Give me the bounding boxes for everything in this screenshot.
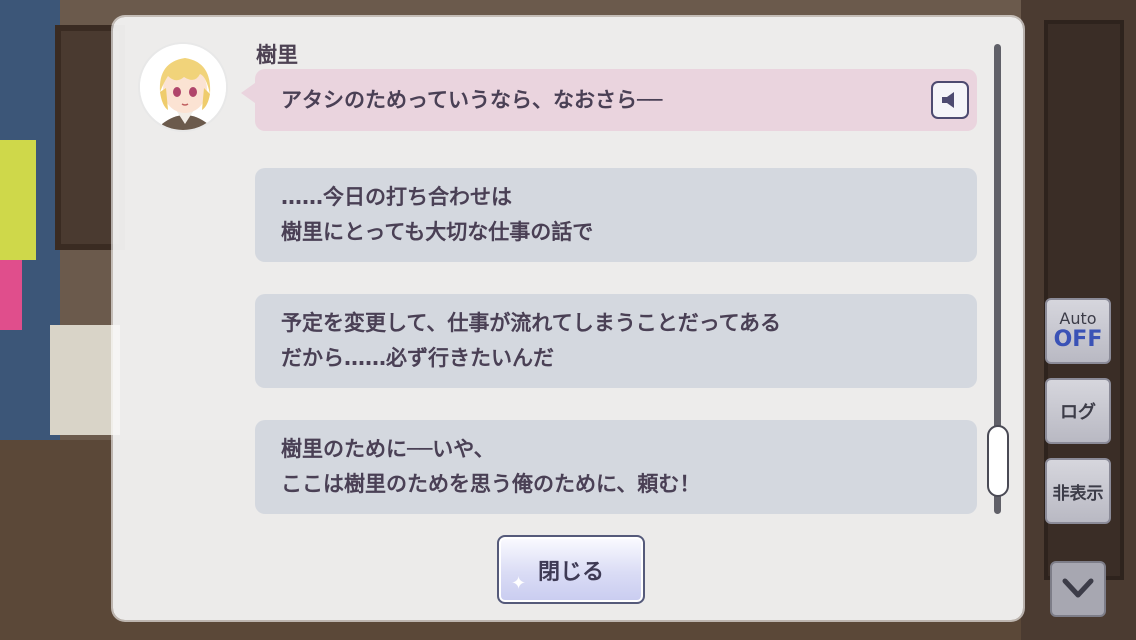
dialog-line: 予定を変更して、仕事が流れてしまうことだってある xyxy=(281,311,782,335)
auto-label: Auto xyxy=(1059,309,1097,328)
auto-state: OFF xyxy=(1053,327,1103,352)
background-shelf xyxy=(50,325,120,435)
dialog-line: 樹里にとっても大切な仕事の話で xyxy=(281,220,594,244)
close-button-label: 閉じる xyxy=(537,559,604,585)
scrollbar-thumb[interactable] xyxy=(987,425,1009,497)
log-panel: 樹里 アタシのためっていうなら、なおさら── ……今日の打ち合わせは 樹里にとっ… xyxy=(113,17,1023,620)
dialog-line: ……今日の打ち合わせは xyxy=(281,185,512,209)
auto-toggle-button[interactable]: Auto OFF xyxy=(1045,298,1111,364)
dialog-line: だから……必ず行きたいんだ xyxy=(281,346,554,370)
dialog-line: ここは樹里のためを思う俺のために、頼む！ xyxy=(281,472,701,496)
hide-button-label: 非表示 xyxy=(1052,483,1104,504)
dialog-line: アタシのためっていうなら、なおさら── xyxy=(281,87,663,112)
dialog-bubble: アタシのためっていうなら、なおさら── xyxy=(241,69,977,131)
speaker-name: 樹里 xyxy=(256,43,298,67)
background-poster xyxy=(0,140,36,260)
voice-replay-button[interactable] xyxy=(931,81,969,119)
log-button-label: ログ xyxy=(1060,402,1096,423)
close-button[interactable]: ✦ 閉じる xyxy=(497,535,645,604)
chevron-down-icon xyxy=(1062,578,1094,598)
speaker-icon xyxy=(942,92,954,108)
advance-button[interactable] xyxy=(1050,561,1106,617)
dialog-bubble: 予定を変更して、仕事が流れてしまうことだってある だから……必ず行きたいんだ xyxy=(255,294,977,388)
background-poster xyxy=(0,260,22,330)
dialog-line: 樹里のために──いや、 xyxy=(281,437,495,461)
character-avatar xyxy=(138,42,228,132)
log-button[interactable]: ログ xyxy=(1045,378,1111,444)
hide-button[interactable]: 非表示 xyxy=(1045,458,1111,524)
log-scroll-area[interactable]: 樹里 アタシのためっていうなら、なおさら── ……今日の打ち合わせは 樹里にとっ… xyxy=(113,17,993,517)
sparkle-icon: ✦ xyxy=(511,573,527,594)
dialog-bubble: ……今日の打ち合わせは 樹里にとっても大切な仕事の話で xyxy=(255,168,977,262)
dialog-bubble: 樹里のために──いや、 ここは樹里のためを思う俺のために、頼む！ xyxy=(255,420,977,514)
avatar-image xyxy=(140,44,226,130)
